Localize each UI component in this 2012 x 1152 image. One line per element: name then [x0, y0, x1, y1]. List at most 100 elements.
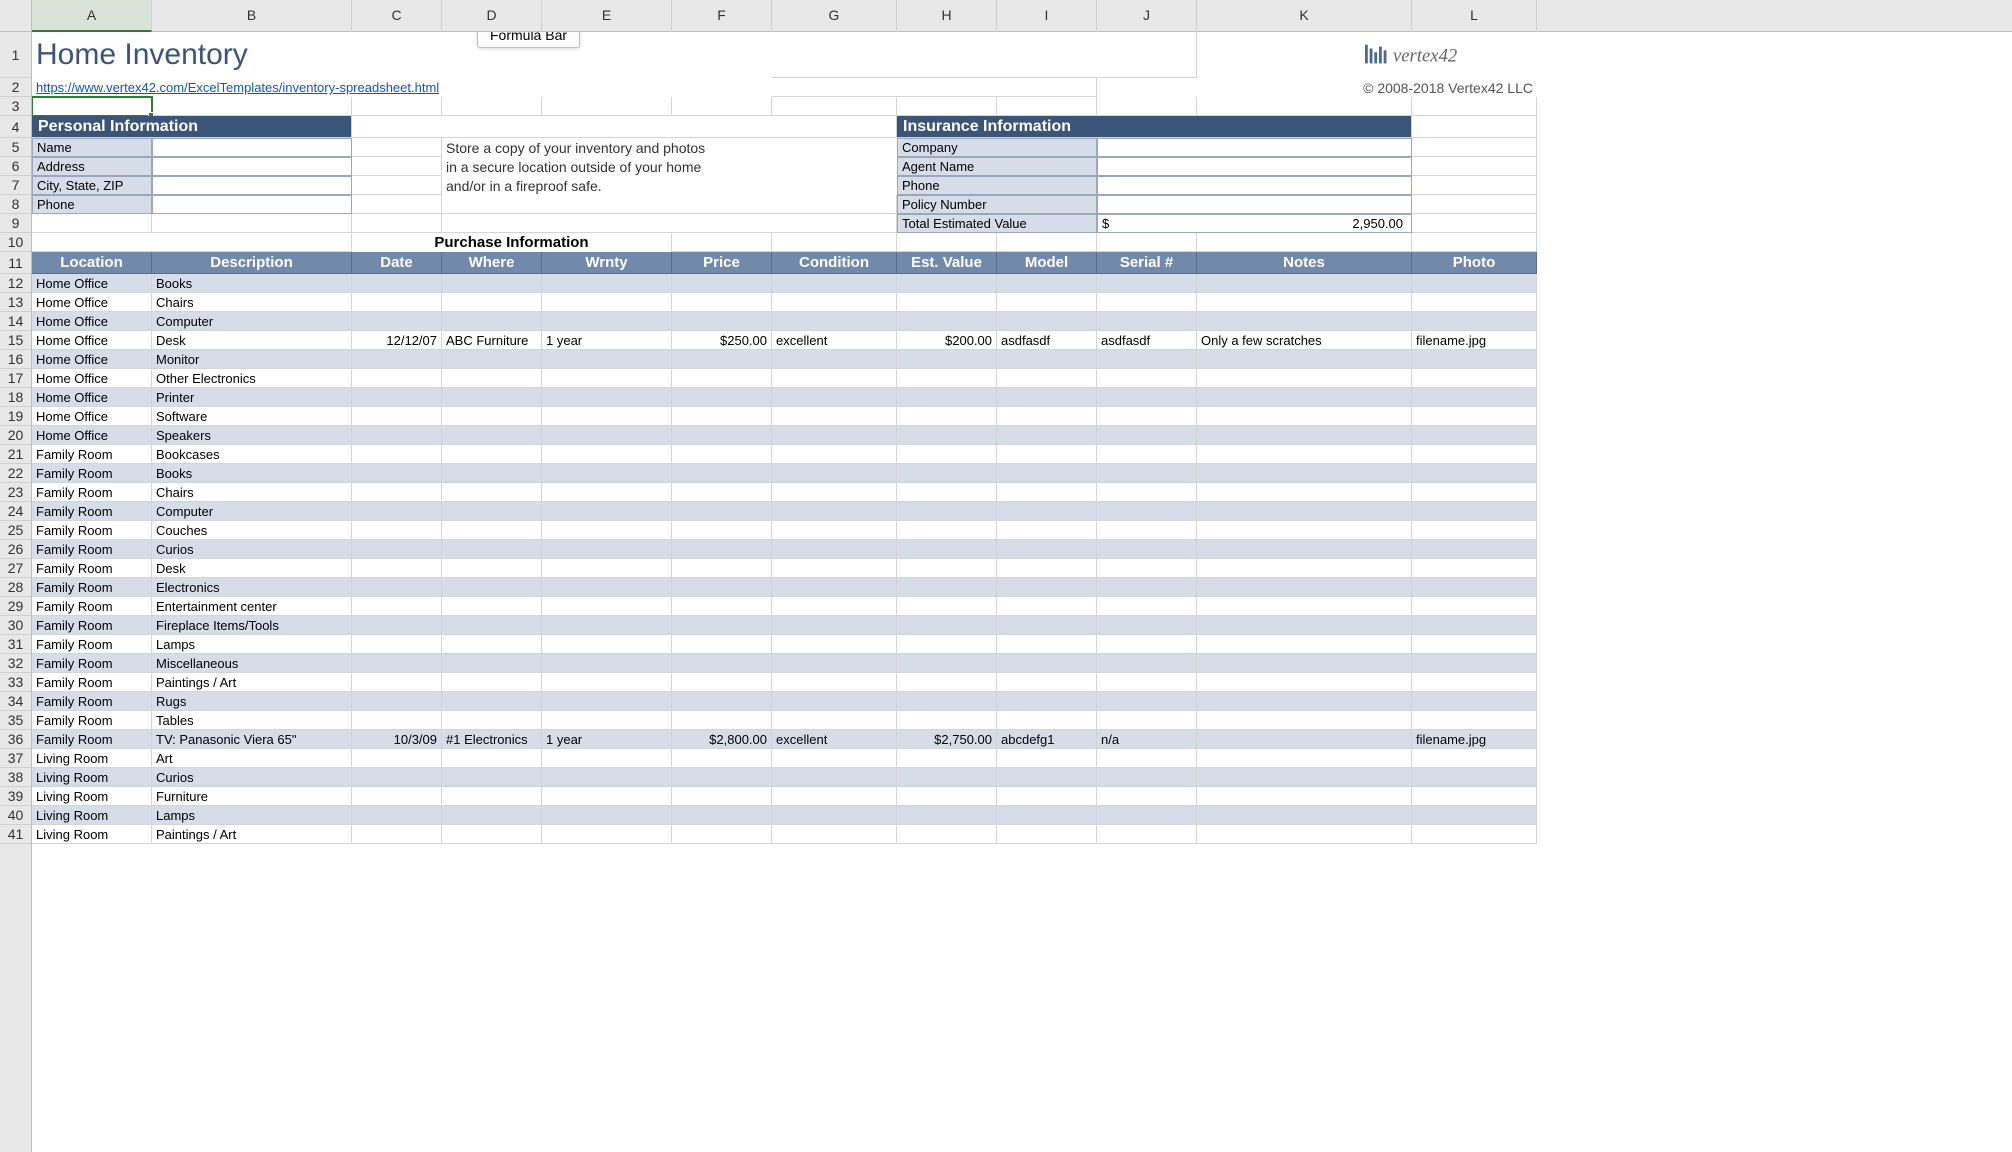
data-cell[interactable] [1197, 350, 1412, 369]
data-cell[interactable] [352, 502, 442, 521]
data-cell[interactable] [542, 711, 672, 730]
data-cell[interactable] [1412, 293, 1537, 312]
row-header-3[interactable]: 3 [0, 97, 31, 116]
data-cell[interactable] [772, 673, 897, 692]
data-cell[interactable] [1097, 521, 1197, 540]
column-header-A[interactable]: A [32, 0, 152, 32]
data-cell[interactable] [542, 445, 672, 464]
data-cell[interactable] [897, 464, 997, 483]
cell[interactable] [352, 116, 897, 138]
row-header-6[interactable]: 6 [0, 157, 31, 176]
insurance-agent-name-input[interactable] [1097, 157, 1412, 176]
data-cell[interactable] [1412, 426, 1537, 445]
data-cell[interactable]: Monitor [152, 350, 352, 369]
row-header-15[interactable]: 15 [0, 331, 31, 350]
data-cell[interactable] [1197, 692, 1412, 711]
data-cell[interactable] [997, 274, 1097, 293]
data-cell[interactable] [897, 445, 997, 464]
data-cell[interactable] [1197, 293, 1412, 312]
data-cell[interactable]: Speakers [152, 426, 352, 445]
data-cell[interactable] [352, 673, 442, 692]
data-cell[interactable] [442, 483, 542, 502]
data-cell[interactable] [1412, 483, 1537, 502]
data-cell[interactable] [542, 483, 672, 502]
data-cell[interactable]: Family Room [32, 730, 152, 749]
col-header-serial-[interactable]: Serial # [1097, 252, 1197, 274]
row-header-25[interactable]: 25 [0, 521, 31, 540]
data-cell[interactable]: Family Room [32, 635, 152, 654]
data-cell[interactable]: Paintings / Art [152, 825, 352, 844]
data-cell[interactable] [1097, 749, 1197, 768]
column-header-C[interactable]: C [352, 0, 442, 32]
data-cell[interactable] [442, 673, 542, 692]
cell[interactable] [1412, 157, 1537, 176]
data-cell[interactable]: Lamps [152, 806, 352, 825]
data-cell[interactable] [352, 407, 442, 426]
data-cell[interactable] [352, 445, 442, 464]
cell[interactable] [442, 97, 542, 116]
col-header-condition[interactable]: Condition [772, 252, 897, 274]
column-header-F[interactable]: F [672, 0, 772, 32]
row-header-35[interactable]: 35 [0, 711, 31, 730]
cell-grid[interactable]: Formula Bar Home Inventoryvertex42https:… [32, 32, 2012, 1152]
data-cell[interactable]: 1 year [542, 331, 672, 350]
data-cell[interactable] [897, 616, 997, 635]
data-cell[interactable] [772, 787, 897, 806]
data-cell[interactable] [442, 293, 542, 312]
data-cell[interactable] [1197, 464, 1412, 483]
data-cell[interactable] [442, 407, 542, 426]
data-cell[interactable] [1412, 502, 1537, 521]
data-cell[interactable]: abcdefg1 [997, 730, 1097, 749]
cell[interactable] [897, 233, 997, 252]
data-cell[interactable] [1197, 806, 1412, 825]
data-cell[interactable] [672, 483, 772, 502]
data-cell[interactable]: TV: Panasonic Viera 65" [152, 730, 352, 749]
data-cell[interactable] [772, 597, 897, 616]
data-cell[interactable] [672, 426, 772, 445]
data-cell[interactable] [772, 559, 897, 578]
data-cell[interactable] [997, 806, 1097, 825]
data-cell[interactable] [672, 825, 772, 844]
row-header-13[interactable]: 13 [0, 293, 31, 312]
data-cell[interactable] [897, 426, 997, 445]
data-cell[interactable] [672, 768, 772, 787]
data-cell[interactable] [1097, 464, 1197, 483]
data-cell[interactable] [1097, 787, 1197, 806]
data-cell[interactable]: $2,750.00 [897, 730, 997, 749]
col-header-model[interactable]: Model [997, 252, 1097, 274]
data-cell[interactable] [772, 426, 897, 445]
data-cell[interactable] [542, 768, 672, 787]
data-cell[interactable] [352, 426, 442, 445]
data-cell[interactable]: Home Office [32, 388, 152, 407]
data-cell[interactable] [897, 388, 997, 407]
data-cell[interactable] [672, 578, 772, 597]
data-cell[interactable] [1197, 616, 1412, 635]
data-cell[interactable] [352, 540, 442, 559]
data-cell[interactable] [772, 768, 897, 787]
data-cell[interactable]: 12/12/07 [352, 331, 442, 350]
data-cell[interactable] [352, 787, 442, 806]
data-cell[interactable] [1097, 711, 1197, 730]
data-cell[interactable]: Furniture [152, 787, 352, 806]
cell[interactable] [1412, 138, 1537, 157]
data-cell[interactable] [672, 559, 772, 578]
data-cell[interactable]: Chairs [152, 293, 352, 312]
data-cell[interactable] [442, 559, 542, 578]
data-cell[interactable]: Living Room [32, 825, 152, 844]
data-cell[interactable]: Computer [152, 312, 352, 331]
data-cell[interactable]: Couches [152, 521, 352, 540]
cell[interactable] [152, 214, 352, 233]
data-cell[interactable] [1097, 825, 1197, 844]
cell[interactable] [1412, 233, 1537, 252]
data-cell[interactable] [1412, 673, 1537, 692]
data-cell[interactable]: asdfasdf [1097, 331, 1197, 350]
data-cell[interactable] [672, 749, 772, 768]
cell[interactable] [1097, 233, 1197, 252]
data-cell[interactable] [542, 749, 672, 768]
data-cell[interactable] [1197, 654, 1412, 673]
data-cell[interactable] [542, 426, 672, 445]
cell[interactable] [1097, 97, 1197, 116]
data-cell[interactable] [352, 464, 442, 483]
cell[interactable] [997, 233, 1097, 252]
data-cell[interactable] [1197, 749, 1412, 768]
